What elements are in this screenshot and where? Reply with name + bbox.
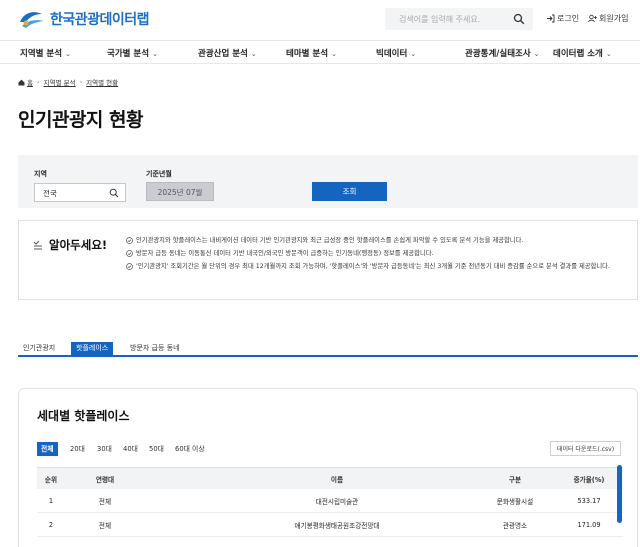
notice-list: 인기관광지와 핫플레이스는 내비게이션 데이터 기반 인기관광지와 최근 급성장… (126, 236, 632, 275)
nav-label: 데이터랩 소개 (553, 49, 603, 59)
check-circle-icon (126, 237, 133, 244)
notice-text: 인기관광지와 핫플레이스는 내비게이션 데이터 기반 인기관광지와 최근 급성장… (136, 237, 524, 244)
nav-item-theme[interactable]: 테마별 분석 ⌄ (286, 47, 337, 59)
tab-popular-spots[interactable]: 인기관광지 (18, 342, 60, 355)
check-circle-icon (126, 263, 133, 270)
checklist-icon (33, 240, 42, 249)
row-category: 문화생활시설 (496, 497, 534, 506)
login-link[interactable]: 로그인 (546, 13, 579, 24)
query-button[interactable]: 조회 (312, 182, 387, 201)
check-circle-icon (126, 250, 133, 257)
nav-item-about[interactable]: 데이터랩 소개 ⌄ (553, 47, 612, 59)
row-age: 전체 (98, 521, 112, 530)
row-name: 대전시립미술관 (315, 497, 359, 506)
header: 한국관광데이터랩 로그인 회원가입 (0, 0, 640, 40)
csv-download-button[interactable]: 데이터 다운로드(.csv) (550, 441, 621, 456)
notice-text: '인기관광지' 조회기간은 월 단위의 경우 최대 12개월까지 조회 가능하며… (136, 263, 610, 270)
breadcrumb-home[interactable]: 홈 (27, 77, 33, 87)
nav-label: 빅데이터 (376, 49, 408, 59)
notice-item: 방문자 급등 동네는 이동통신 데이터 기반 내국인/외국인 방문객이 급증하는… (126, 249, 632, 259)
segment-60s-plus[interactable]: 60대 이상 (171, 442, 209, 456)
home-icon[interactable] (18, 79, 25, 86)
chevron-down-icon: ⌄ (331, 50, 337, 58)
signup-link[interactable]: 회원가입 (588, 13, 628, 24)
header-rank: 순위 (44, 475, 58, 484)
breadcrumb-level2[interactable]: 지역별 현황 (86, 77, 118, 87)
nav-item-statistics[interactable]: 관광통계/실태조사 ⌄ (465, 47, 540, 59)
date-value: 2025년 07월 (157, 188, 203, 197)
row-rank: 2 (48, 520, 54, 529)
nav-item-bigdata[interactable]: 빅데이터 ⌄ (376, 47, 416, 59)
search-icon[interactable] (109, 188, 119, 198)
date-label: 기준년월 (146, 170, 172, 178)
tab-bar: 인기관광지 핫플레이스 방문자 급등 동네 (18, 342, 638, 357)
nav-label: 테마별 분석 (286, 49, 329, 59)
table-row: 1 전체 대전시립미술관 문화생활시설 533.17 (37, 489, 623, 513)
breadcrumb-level1[interactable]: 지역별 분석 (44, 77, 76, 87)
user-add-icon (588, 14, 597, 23)
date-select[interactable]: 2025년 07월 (146, 182, 214, 201)
notice-item: 인기관광지와 핫플레이스는 내비게이션 데이터 기반 인기관광지와 최근 급성장… (126, 236, 632, 246)
login-label: 로그인 (557, 14, 580, 23)
page-title: 인기관광지 현황 (18, 109, 143, 131)
chevron-down-icon: ⌄ (605, 50, 612, 58)
segment-all[interactable]: 전체 (37, 442, 58, 456)
main-nav: 지역별 분석 ⌄ 국가별 분석 ⌄ 관광산업 분석 ⌄ 테마별 분석 ⌄ 빅데이터 ⌄ 관… (0, 40, 640, 64)
nav-label: 국가별 분석 (107, 49, 150, 59)
chevron-down-icon: ⌄ (65, 50, 71, 58)
notice-box: 알아두세요! 인기관광지와 핫플레이스는 내비게이션 데이터 기반 인기관광지와… (18, 220, 638, 300)
header-age: 연령대 (95, 475, 115, 484)
tab-hotplace[interactable]: 핫플레이스 (71, 342, 114, 355)
header-category: 구분 (508, 475, 522, 484)
logo-text: 한국관광데이터랩 (50, 12, 150, 28)
chevron-down-icon: ⌄ (533, 50, 540, 58)
table-scrollbar[interactable] (617, 465, 622, 523)
row-rate: 533.17 (577, 496, 601, 505)
nav-label: 지역별 분석 (20, 49, 63, 59)
notice-text: 방문자 급등 동네는 이동통신 데이터 기반 내국인/외국인 방문객이 급증하는… (136, 250, 434, 257)
segment-50s[interactable]: 50대 (145, 442, 168, 456)
row-rank: 1 (48, 496, 54, 505)
notice-title: 알아두세요! (49, 238, 108, 252)
chevron-down-icon: ⌄ (152, 50, 158, 58)
logo-swoosh-icon (20, 12, 44, 28)
nav-item-industry[interactable]: 관광산업 분석 ⌄ (198, 47, 257, 59)
nav-label: 관광산업 분석 (198, 49, 248, 59)
search-box (385, 8, 533, 30)
row-category: 관광명소 (502, 521, 528, 530)
login-icon (547, 14, 555, 23)
row-name: 애기봉평화생태공원조강전망대 (294, 521, 380, 530)
table-header: 순위 연령대 이름 구분 증가율(%) (37, 467, 623, 489)
nav-item-region[interactable]: 지역별 분석 ⌄ (20, 47, 71, 59)
notice-header: 알아두세요! (33, 237, 107, 253)
search-icon[interactable] (513, 13, 525, 25)
breadcrumb-separator: › (36, 78, 40, 86)
breadcrumb-separator: › (79, 78, 83, 86)
chevron-down-icon: ⌄ (410, 50, 417, 58)
hotplace-card: 세대별 핫플레이스 전체 20대 30대 40대 50대 60대 이상 데이터 … (18, 388, 638, 547)
filter-panel: 지역 전국 기준년월 2025년 07월 조회 (18, 155, 638, 208)
row-age: 전체 (98, 497, 112, 506)
chevron-down-icon: ⌄ (250, 50, 257, 58)
search-input[interactable] (385, 8, 505, 30)
segment-20s[interactable]: 20대 (66, 442, 89, 456)
table-row: 2 전체 애기봉평화생태공원조강전망대 관광명소 171.09 (37, 513, 623, 537)
card-title: 세대별 핫플레이스 (37, 409, 130, 423)
breadcrumb: 홈 › 지역별 분석 › 지역별 현황 (18, 77, 118, 87)
nav-item-country[interactable]: 국가별 분석 ⌄ (107, 47, 158, 59)
row-rate: 171.09 (577, 520, 601, 529)
segment-40s[interactable]: 40대 (119, 442, 142, 456)
region-select[interactable]: 전국 (34, 183, 126, 202)
segment-30s[interactable]: 30대 (93, 442, 116, 456)
region-label: 지역 (34, 170, 47, 178)
header-rate: 증가율(%) (573, 475, 605, 484)
signup-label: 회원가입 (599, 14, 629, 23)
region-value: 전국 (43, 189, 57, 198)
logo[interactable]: 한국관광데이터랩 (18, 8, 150, 30)
tab-visitor-surge[interactable]: 방문자 급등 동네 (125, 342, 185, 355)
hotplace-table: 순위 연령대 이름 구분 증가율(%) 1 전체 대전시립미술관 문화생활시설 … (37, 467, 623, 537)
nav-label: 관광통계/실태조사 (465, 49, 531, 59)
notice-item: '인기관광지' 조회기간은 월 단위의 경우 최대 12개월까지 조회 가능하며… (126, 262, 632, 272)
header-name: 이름 (330, 475, 344, 484)
